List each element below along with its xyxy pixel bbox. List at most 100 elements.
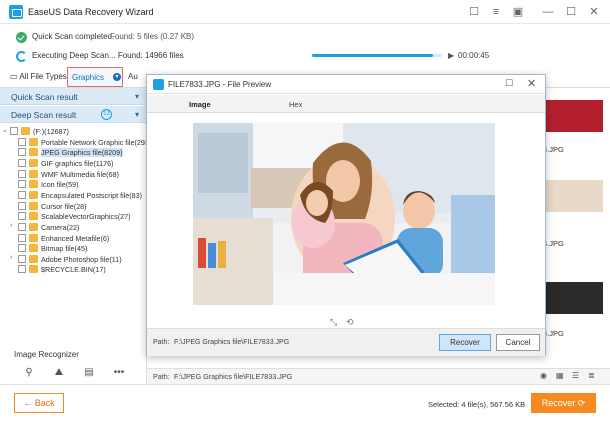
checkbox[interactable] xyxy=(18,222,26,231)
monitor-icon: ▭ xyxy=(10,72,18,81)
tree-item-label: $RECYCLE.BIN(17) xyxy=(41,265,106,275)
tab-audio-label: Au xyxy=(128,72,138,81)
folder-icon xyxy=(29,169,38,178)
tree-item[interactable]: Enhanced Metafile(6) xyxy=(0,233,147,244)
thumbnail-image[interactable] xyxy=(545,180,603,212)
person-icon[interactable]: ⚲ xyxy=(22,366,36,380)
document-icon[interactable]: ▤ xyxy=(82,366,96,380)
tree-item[interactable]: JPEG Graphics file(8209) xyxy=(0,147,147,158)
close-icon[interactable]: ✕ xyxy=(527,77,536,90)
checkbox[interactable] xyxy=(18,137,26,146)
tab-all-label: All File Types xyxy=(19,72,67,81)
fit-screen-icon[interactable]: ⤡ xyxy=(330,317,337,328)
tree-item-label: Cursor file(28) xyxy=(41,201,87,211)
tree-item[interactable]: WMF Multimedia file(68) xyxy=(0,169,147,180)
tree-item[interactable]: › Camera(22) xyxy=(0,222,147,233)
folder-icon xyxy=(29,137,38,146)
tree-item-label: Bitmap file(45) xyxy=(41,244,88,254)
folder-icon xyxy=(21,127,30,135)
pause-icon[interactable]: ▶ xyxy=(448,51,454,60)
tree-item[interactable]: GIF graphics file(1176) xyxy=(0,158,147,169)
checkbox[interactable] xyxy=(18,265,26,274)
quick-scan-section[interactable]: Quick Scan result ▾ xyxy=(0,88,147,105)
more-icon[interactable]: ••• xyxy=(112,366,126,380)
scan-progress-fill xyxy=(312,54,433,57)
tree-item-label: Adobe Photoshop file(11) xyxy=(41,254,122,264)
tab-graphics-label: Graphics xyxy=(72,73,105,82)
list-view-icon[interactable]: ☰ xyxy=(572,371,581,380)
tab-graphics[interactable]: Graphics ▾ xyxy=(67,67,123,87)
account-icon[interactable]: ▣ xyxy=(510,4,526,20)
quick-scan-heading: Quick Scan result xyxy=(11,92,78,102)
tab-all-file-types[interactable]: ▭ All File Types xyxy=(10,72,67,81)
tab-audio[interactable]: Au xyxy=(128,72,138,81)
folder-icon xyxy=(29,244,38,253)
checkbox[interactable] xyxy=(18,212,26,221)
checkbox[interactable] xyxy=(18,254,26,263)
landscape-icon[interactable]: ⛰ xyxy=(52,366,66,380)
recover-label: Recover xyxy=(541,398,576,408)
checkbox[interactable] xyxy=(18,158,26,167)
expander-icon[interactable]: ⌄ xyxy=(2,126,8,134)
expander-icon[interactable]: › xyxy=(10,254,12,261)
expander-icon[interactable]: › xyxy=(10,222,12,229)
tree-item-label: Encapsulated Postscript file(83) xyxy=(41,190,143,200)
tab-hex[interactable]: Hex xyxy=(289,100,302,109)
dialog-footer: Path: F:\JPEG Graphics file\FILE7833.JPG… xyxy=(147,328,545,356)
rotate-icon[interactable]: ⟲ xyxy=(346,317,354,328)
check-circle-icon xyxy=(16,32,27,43)
eye-icon[interactable]: ◉ xyxy=(540,371,549,380)
thumbnail-image[interactable] xyxy=(545,100,603,132)
checkbox[interactable] xyxy=(18,169,26,178)
details-view-icon[interactable]: ≣ xyxy=(588,371,597,380)
tree-item[interactable]: Icon file(59) xyxy=(0,179,147,190)
path-value: F:\JPEG Graphics file\FILE7833.JPG xyxy=(174,372,293,381)
folder-icon xyxy=(29,158,38,167)
folder-icon xyxy=(29,148,38,157)
checkbox[interactable] xyxy=(18,180,26,189)
checkbox[interactable] xyxy=(18,190,26,199)
dialog-cancel-button[interactable]: Cancel xyxy=(496,334,540,351)
checkbox[interactable] xyxy=(18,244,26,253)
feedback-icon[interactable]: ☐ xyxy=(466,4,482,20)
dialog-tabs: Image Hex xyxy=(147,95,545,113)
tree-item[interactable]: Cursor file(28) xyxy=(0,201,147,212)
collapse-icon[interactable]: ▾ xyxy=(135,92,139,101)
checkbox[interactable] xyxy=(10,127,18,135)
tree-item-label: WMF Multimedia file(68) xyxy=(41,169,119,179)
dialog-path-label: Path: xyxy=(153,339,170,346)
tree-item-label: Camera(22) xyxy=(41,222,80,232)
grid-view-icon[interactable]: ▦ xyxy=(556,371,565,380)
thumbnail-name: 4.JPG xyxy=(543,329,564,338)
maximize-icon[interactable]: ☐ xyxy=(505,78,513,89)
dialog-recover-button[interactable]: Recover xyxy=(439,334,491,351)
menu-icon[interactable]: ≡ xyxy=(488,4,504,20)
folder-icon xyxy=(29,201,38,210)
folder-icon xyxy=(29,254,38,263)
tree-item-label: Icon file(59) xyxy=(41,180,79,190)
minimize-icon[interactable]: — xyxy=(540,4,556,20)
thumbnail-image[interactable] xyxy=(545,282,603,314)
tab-image[interactable]: Image xyxy=(189,100,211,109)
checkbox[interactable] xyxy=(18,233,26,242)
tree-item[interactable]: $RECYCLE.BIN(17) xyxy=(0,264,147,275)
tree-item[interactable]: Encapsulated Postscript file(83) xyxy=(0,190,147,201)
chevron-down-icon[interactable]: ▾ xyxy=(113,73,121,81)
maximize-icon[interactable]: ☐ xyxy=(563,4,579,20)
tree-item[interactable]: Bitmap file(45) xyxy=(0,243,147,254)
selected-summary: Selected: 4 file(s), 567.56 KB xyxy=(428,400,526,409)
deep-scan-section[interactable]: Deep Scan result 13 ▾ xyxy=(0,106,147,123)
collapse-icon[interactable]: ▾ xyxy=(135,110,139,119)
back-button[interactable]: ← Back xyxy=(14,393,64,413)
folder-icon xyxy=(29,212,38,221)
tree-item[interactable]: ScalableVectorGraphics(27) xyxy=(0,211,147,222)
recover-button[interactable]: Recover ⟳ xyxy=(531,393,596,413)
checkbox[interactable] xyxy=(18,201,26,210)
tree-item[interactable]: Portable Network Graphic file(2936 xyxy=(0,137,147,148)
folder-icon xyxy=(29,265,38,274)
checkbox[interactable] xyxy=(18,148,26,157)
tree-item[interactable]: ⌄ (F:)(12687) xyxy=(0,126,147,137)
tree-item[interactable]: › Adobe Photoshop file(11) xyxy=(0,254,147,265)
close-icon[interactable]: ✕ xyxy=(586,4,602,20)
recover-icon: ⟳ xyxy=(577,398,586,408)
